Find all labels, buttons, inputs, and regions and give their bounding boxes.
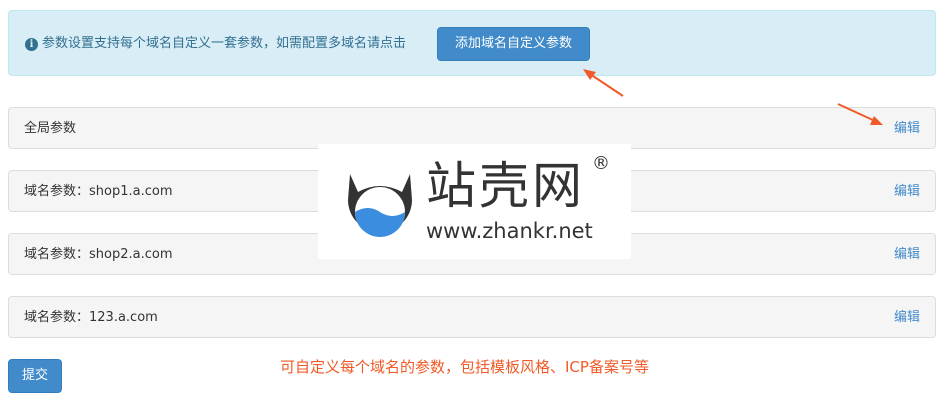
arrow-to-add-button <box>583 69 624 97</box>
annotation-arrows <box>583 69 883 125</box>
arrow-to-edit-link <box>837 103 883 125</box>
